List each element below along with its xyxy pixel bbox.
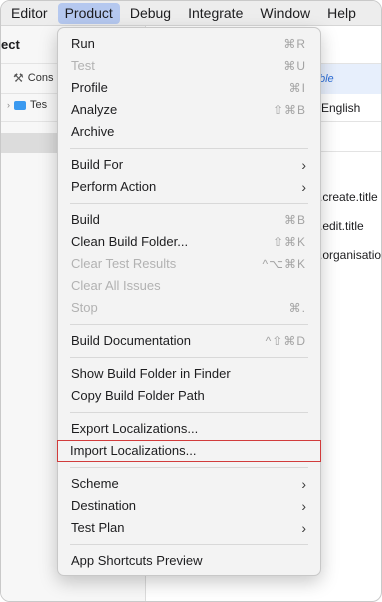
shortcut-label: ^⇧⌘D (265, 334, 306, 348)
shortcut-label: ⇧⌘B (272, 103, 306, 117)
menu-item-clean-build-folder[interactable]: Clean Build Folder... ⇧⌘K (58, 231, 320, 253)
menu-separator (70, 324, 308, 325)
shortcut-label: ^⌥⌘K (262, 257, 306, 271)
navigator-title: ect (1, 37, 20, 52)
editor-cell-edit-title: .edit.title (319, 219, 364, 233)
menu-item-clear-test-results: Clear Test Results ^⌥⌘K (58, 253, 320, 275)
menu-separator (70, 412, 308, 413)
menu-item-build-for[interactable]: Build For › (58, 154, 320, 176)
menu-window[interactable]: Window (253, 3, 317, 24)
editor-cell-organisation: .organisation (319, 248, 382, 262)
menu-item-archive[interactable]: Archive (58, 121, 320, 143)
menu-item-show-build-folder[interactable]: Show Build Folder in Finder (58, 363, 320, 385)
menu-integrate[interactable]: Integrate (181, 3, 250, 24)
menu-item-stop: Stop ⌘. (58, 297, 320, 319)
menu-item-label: Destination (71, 498, 137, 513)
menu-item-import-localizations[interactable]: Import Localizations... (57, 440, 321, 462)
editor-cell-ble: ble (319, 73, 334, 85)
editor-cell-create-title: .create.title (319, 190, 378, 204)
menu-separator (70, 148, 308, 149)
menu-item-build-documentation[interactable]: Build Documentation ^⇧⌘D (58, 330, 320, 352)
menu-item-label: Build For (71, 157, 124, 172)
folder-icon (14, 100, 26, 110)
menu-item-label: Test (71, 58, 95, 73)
hammer-icon: ⚒ (13, 71, 24, 85)
chevron-right-icon: › (301, 179, 306, 195)
divider (319, 151, 381, 152)
menu-separator (70, 544, 308, 545)
navigator-row-label: Cons (27, 72, 54, 84)
menu-item-run[interactable]: Run ⌘R (58, 33, 320, 55)
menu-item-label: App Shortcuts Preview (71, 553, 203, 568)
menu-item-label: Import Localizations... (70, 443, 197, 458)
menu-item-build[interactable]: Build ⌘B (58, 209, 320, 231)
menu-separator (70, 467, 308, 468)
menu-item-label: Perform Action (71, 179, 157, 194)
product-menu: Run ⌘R Test ⌘U Profile ⌘I Analyze ⇧⌘B Archiv… (57, 27, 321, 576)
menu-item-export-localizations[interactable]: Export Localizations... (58, 418, 320, 440)
menu-separator (70, 203, 308, 204)
chevron-right-icon: › (301, 476, 306, 492)
menu-item-profile[interactable]: Profile ⌘I (58, 77, 320, 99)
menu-item-scheme[interactable]: Scheme › (58, 473, 320, 495)
chevron-right-icon: › (301, 498, 306, 514)
menu-item-destination[interactable]: Destination › (58, 495, 320, 517)
menu-item-label: Clean Build Folder... (71, 234, 189, 249)
menu-item-label: Build (71, 212, 100, 227)
menu-item-perform-action[interactable]: Perform Action › (58, 176, 320, 198)
shortcut-label: ⇧⌘K (272, 235, 306, 249)
menu-item-label: Run (71, 36, 95, 51)
menu-item-label: Scheme (71, 476, 119, 491)
menu-help[interactable]: Help (320, 3, 363, 24)
menu-item-copy-build-folder-path[interactable]: Copy Build Folder Path (58, 385, 320, 407)
menu-item-label: Profile (71, 80, 108, 95)
shortcut-label: ⌘I (288, 81, 306, 95)
chevron-right-icon: › (7, 100, 10, 110)
menu-product[interactable]: Product (57, 2, 120, 24)
menu-item-test-plan[interactable]: Test Plan › (58, 517, 320, 539)
menu-item-label: Build Documentation (71, 333, 191, 348)
menu-editor[interactable]: Editor (4, 3, 55, 24)
navigator-row-tests[interactable]: › Tes (7, 99, 47, 111)
menu-item-clear-all-issues: Clear All Issues (58, 275, 320, 297)
menu-item-label: Analyze (71, 102, 118, 117)
app-window: ect ⚒ Cons › Tes ble English .create.tit… (0, 0, 382, 602)
menu-item-label: Copy Build Folder Path (71, 388, 205, 403)
navigator-row-console[interactable]: ⚒ Cons (13, 71, 53, 85)
menu-item-label: Show Build Folder in Finder (71, 366, 231, 381)
navigator-row-label: Tes (30, 99, 48, 111)
menu-item-label: Test Plan (71, 520, 125, 535)
shortcut-label: ⌘U (283, 59, 306, 73)
shortcut-label: ⌘. (288, 301, 306, 315)
shortcut-label: ⌘B (283, 213, 306, 227)
menu-item-analyze[interactable]: Analyze ⇧⌘B (58, 99, 320, 121)
menu-bar: Editor Product Debug Integrate Window He… (1, 1, 381, 26)
menu-item-label: Clear Test Results (71, 256, 177, 271)
menu-item-app-shortcuts-preview[interactable]: App Shortcuts Preview (58, 550, 320, 572)
menu-item-label: Clear All Issues (71, 278, 161, 293)
menu-item-label: Export Localizations... (71, 421, 199, 436)
menu-item-label: Stop (71, 300, 98, 315)
chevron-right-icon: › (301, 520, 306, 536)
shortcut-label: ⌘R (283, 37, 306, 51)
chevron-right-icon: › (301, 157, 306, 173)
editor-cell-english: English (321, 101, 361, 115)
menu-item-test: Test ⌘U (58, 55, 320, 77)
menu-separator (70, 357, 308, 358)
menu-debug[interactable]: Debug (123, 3, 178, 24)
menu-item-label: Archive (71, 124, 115, 139)
